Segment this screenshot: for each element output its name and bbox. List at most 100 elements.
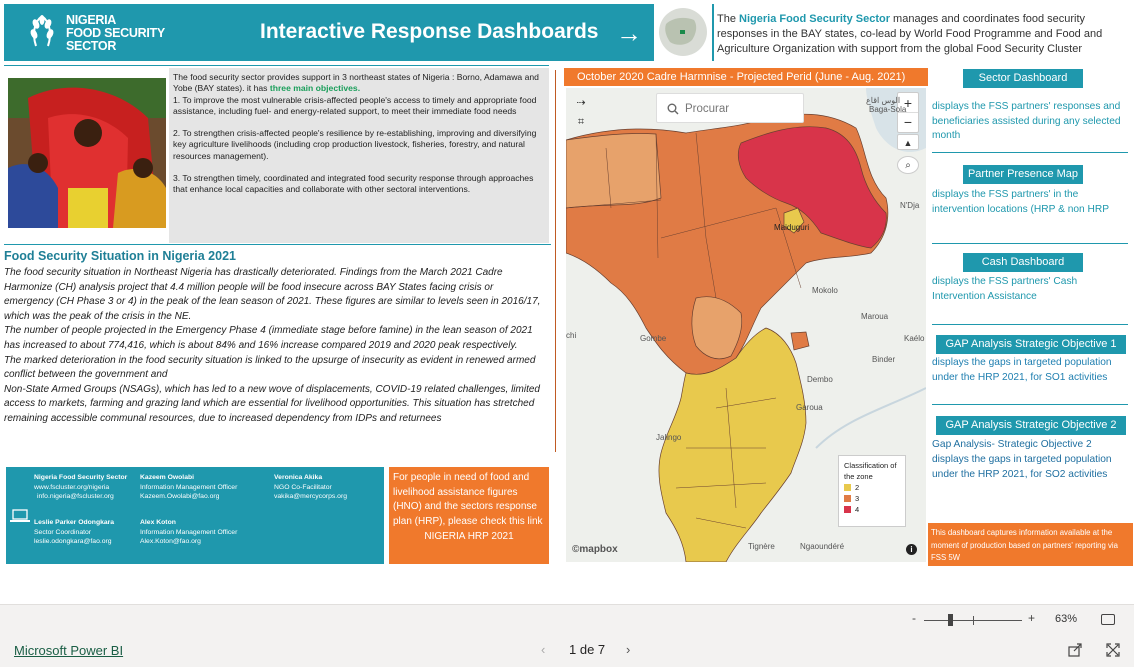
- globe-icon: [659, 8, 707, 56]
- legend-title: Classification of the zone: [844, 461, 897, 481]
- fullscreen-icon[interactable]: [1106, 643, 1120, 657]
- map-search-input[interactable]: Procurar: [656, 93, 804, 123]
- contact-link[interactable]: www.fscluster.org/nigeria: [34, 484, 109, 491]
- zoom-slider-thumb[interactable]: [948, 614, 953, 626]
- info-icon[interactable]: i: [906, 544, 917, 555]
- legend-item: 2: [844, 482, 900, 493]
- place-label: Binder: [872, 355, 896, 364]
- zoom-bar: - + 63%: [0, 604, 1134, 634]
- right-divider: [932, 324, 1128, 325]
- place-label: Baga-Sola: [869, 105, 907, 114]
- contact-name: Alex Koton: [140, 519, 176, 526]
- share-icon[interactable]: [1068, 643, 1082, 657]
- next-page-button[interactable]: ›: [626, 642, 630, 657]
- place-label: Maiduguri: [774, 223, 810, 232]
- logo-text: NIGERIA FOOD SECURITY SECTOR: [66, 14, 165, 53]
- objective-1: 1. To improve the most vulnerable crisis…: [173, 94, 537, 105]
- intro-highlight: three main objectives.: [269, 83, 361, 94]
- situation-paragraph-1: The food security situation in Northeast…: [4, 267, 541, 322]
- header-description: The Nigeria Food Security Sector manages…: [714, 4, 1134, 61]
- powerbi-link[interactable]: Microsoft Power BI: [14, 643, 123, 658]
- globe-image: [654, 4, 712, 61]
- legend-label: 4: [855, 505, 860, 514]
- map-search-icon[interactable]: ⌕: [897, 156, 919, 174]
- place-label: Tignère: [748, 542, 775, 551]
- select-tool-icon[interactable]: ⇢: [571, 93, 591, 113]
- logo-line-3: SECTOR: [66, 39, 117, 53]
- gap-analysis-so2-desc: displays the gaps in targeted population…: [932, 454, 1112, 480]
- laptop-icon: [10, 509, 30, 522]
- map-legend: Classification of the zone 2 3 4: [838, 455, 906, 527]
- wheat-icon: [30, 15, 54, 47]
- cash-dashboard-desc: displays the FSS partners' Cash Interven…: [932, 276, 1078, 302]
- place-label: Jalingo: [656, 433, 682, 442]
- place-label: Gombe: [640, 334, 667, 343]
- fss-logo: NIGERIA FOOD SECURITY SECTOR: [22, 12, 172, 56]
- previous-page-button[interactable]: ‹: [541, 642, 545, 657]
- contact-kazeem: Kazeem Owolabi Information Management Of…: [140, 473, 237, 502]
- contact-name: Nigeria Food Security Sector: [34, 474, 128, 481]
- place-label: Mokolo: [812, 286, 838, 295]
- contact-email[interactable]: info.nigeria@fscluster.org: [37, 493, 114, 500]
- intro-panel: The food security sector provides suppor…: [169, 68, 549, 243]
- intro-paragraph: The food security sector provides suppor…: [173, 72, 545, 95]
- search-icon: [667, 103, 679, 115]
- gap-analysis-so1-button[interactable]: GAP Analysis Strategic Objective 1: [936, 335, 1126, 354]
- right-divider: [932, 243, 1128, 244]
- sector-dashboard-button[interactable]: Sector Dashboard: [963, 69, 1083, 88]
- situation-body: The food security situation in Northeast…: [4, 266, 545, 427]
- zoom-out-button[interactable]: -: [912, 611, 916, 625]
- objective-1-continued: assistance, including fuel- and energy-r…: [173, 105, 517, 116]
- place-label: Kaélo: [904, 334, 925, 343]
- lasso-tool-icon[interactable]: ⌗: [571, 112, 591, 132]
- zoom-slider-midpoint: [973, 616, 974, 625]
- cash-dashboard-button[interactable]: Cash Dashboard: [963, 253, 1083, 272]
- food-security-map[interactable]: Procurar ⇢ ⌗ + − ▲ ⌕ الوس اقاع Baga-Sola…: [566, 88, 926, 562]
- contacts-panel: Nigeria Food Security Sector www.fsclust…: [6, 467, 384, 564]
- hrp-panel: For people in need of food and livelihoo…: [389, 467, 549, 564]
- contact-email[interactable]: Kazeem.Owolabi@fao.org: [140, 493, 219, 500]
- place-label: Maroua: [861, 312, 889, 321]
- zoom-in-button[interactable]: +: [1028, 611, 1035, 625]
- partner-presence-desc: displays the FSS partners' in the interv…: [932, 189, 1110, 215]
- situation-paragraph-4: Non-State Armed Groups (NSAGs), which ha…: [4, 383, 540, 424]
- desc-highlight: Nigeria Food Security Sector: [739, 13, 890, 25]
- fit-to-page-icon[interactable]: [1101, 614, 1115, 625]
- objective-2: 2. To strengthen crisis-affected people'…: [173, 128, 537, 161]
- contact-email[interactable]: vakika@mercycorps.org: [274, 493, 347, 500]
- compass-button[interactable]: ▲: [897, 134, 919, 150]
- contact-email[interactable]: Alex.Koton@fao.org: [140, 538, 201, 545]
- beneficiaries-photo: [8, 78, 166, 228]
- search-placeholder: Procurar: [685, 103, 730, 115]
- place-label: الوس اقاع: [866, 96, 901, 105]
- contact-role: NGO Co-Facilitator: [274, 483, 332, 491]
- place-label: Dembo: [807, 375, 833, 384]
- contact-email[interactable]: leslie.odongkara@fao.org: [34, 538, 112, 545]
- contact-veronica: Veronica Akika NGO Co-Facilitator vakika…: [274, 473, 347, 502]
- legend-swatch: [844, 484, 851, 491]
- place-label: N'Dja: [900, 201, 920, 210]
- mapbox-logo[interactable]: ©mapbox: [572, 544, 618, 555]
- place-label: chi: [566, 331, 577, 340]
- legend-label: 3: [855, 494, 860, 503]
- situation-paragraph-2: The number of people projected in the Em…: [4, 325, 533, 351]
- legend-item: 3: [844, 493, 900, 504]
- sector-dashboard-desc: displays the FSS partners' responses and…: [932, 101, 1121, 141]
- gap-analysis-so2-title: Gap Analysis- Strategic Objective 2: [932, 439, 1092, 450]
- place-label: Ngaoundéré: [800, 542, 845, 551]
- divider-vertical: [555, 70, 556, 452]
- report-canvas: NIGERIA FOOD SECURITY SECTOR Interactive…: [0, 0, 1134, 604]
- map-title: October 2020 Cadre Harmnise - Projected …: [564, 68, 928, 86]
- contact-name: Veronica Akika: [274, 474, 323, 481]
- powerbi-footer: Microsoft Power BI ‹ 1 de 7 ›: [0, 634, 1134, 667]
- legend-item: 4: [844, 504, 900, 515]
- divider-middle: [4, 244, 551, 245]
- gap-analysis-so1-desc: displays the gaps in targeted population…: [932, 357, 1112, 383]
- legend-swatch: [844, 506, 851, 513]
- contact-fss: Nigeria Food Security Sector www.fsclust…: [34, 473, 127, 502]
- zoom-out-button[interactable]: −: [898, 113, 918, 132]
- gap-analysis-so2-button[interactable]: GAP Analysis Strategic Objective 2: [936, 416, 1126, 435]
- desc-pre: The: [717, 13, 740, 25]
- hrp-link[interactable]: NIGERIA HRP 2021: [393, 530, 545, 545]
- partner-presence-map-button[interactable]: Partner Presence Map: [963, 165, 1083, 184]
